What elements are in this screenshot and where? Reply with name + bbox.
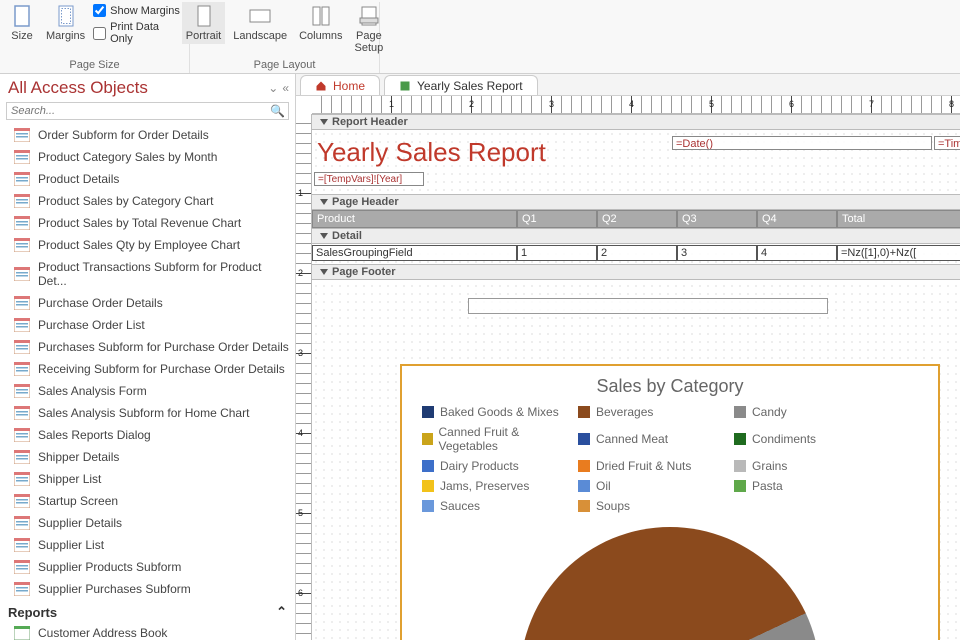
nav-item-11[interactable]: Sales Analysis Form	[0, 380, 295, 402]
nav-item-0[interactable]: Order Subform for Order Details	[0, 124, 295, 146]
legend-item: Baked Goods & Mixes	[422, 405, 564, 419]
nav-item-12[interactable]: Sales Analysis Subform for Home Chart	[0, 402, 295, 424]
nav-item-15[interactable]: Shipper List	[0, 468, 295, 490]
ribbon: Size Margins Show Margins Print Data Onl…	[0, 0, 960, 74]
horizontal-ruler: 12345678	[312, 96, 960, 114]
header-total[interactable]: Total	[837, 210, 960, 228]
time-control[interactable]: =Time()	[934, 136, 960, 150]
section-page-header[interactable]: Page Header	[312, 194, 960, 210]
nav-title[interactable]: All Access Objects	[8, 78, 148, 98]
nav-collapse-icon[interactable]: «	[282, 81, 289, 95]
navigation-pane: All Access Objects ⌄ « 🔍 Order Subform f…	[0, 74, 296, 640]
report-canvas[interactable]: Report Header Yearly Sales Report =Date(…	[312, 114, 960, 640]
nav-item-10[interactable]: Receiving Subform for Purchase Order Det…	[0, 358, 295, 380]
detail-field[interactable]: SalesGroupingField	[312, 245, 517, 261]
section-page-footer[interactable]: Page Footer	[312, 264, 960, 280]
legend-item: Canned Fruit & Vegetables	[422, 425, 564, 453]
nav-search: 🔍	[6, 102, 289, 120]
chart-title: Sales by Category	[402, 366, 938, 405]
document-tabs: Home Yearly Sales Report	[296, 74, 960, 96]
report-icon	[399, 80, 411, 92]
print-data-only-checkbox[interactable]: Print Data Only	[93, 21, 183, 45]
legend-item: Pasta	[734, 479, 876, 493]
date-control[interactable]: =Date()	[672, 136, 932, 150]
legend-item: Soups	[578, 499, 720, 513]
landscape-label: Landscape	[233, 30, 287, 42]
columns-label: Columns	[299, 30, 342, 42]
vertical-ruler: 123456	[296, 114, 312, 640]
nav-dropdown-icon[interactable]: ⌄	[268, 81, 278, 95]
header-q3[interactable]: Q3	[677, 210, 757, 228]
legend-item: Grains	[734, 459, 876, 473]
nav-item-6[interactable]: Product Transactions Subform for Product…	[0, 256, 295, 292]
nav-item-20[interactable]: Supplier Purchases Subform	[0, 578, 295, 600]
legend-item: Jams, Preserves	[422, 479, 564, 493]
detail-c1[interactable]: 1	[517, 245, 597, 261]
detail-c3[interactable]: 3	[677, 245, 757, 261]
design-surface: Home Yearly Sales Report 12345678 123456…	[296, 74, 960, 640]
section-report-header[interactable]: Report Header	[312, 114, 960, 130]
page-setup-button[interactable]: Page Setup	[350, 2, 387, 56]
portrait-button[interactable]: Portrait	[182, 2, 225, 44]
page-setup-label: Page Setup	[354, 30, 383, 54]
search-icon[interactable]: 🔍	[270, 104, 285, 118]
nav-item-7[interactable]: Purchase Order Details	[0, 292, 295, 314]
home-icon	[315, 80, 327, 92]
detail-c2[interactable]: 2	[597, 245, 677, 261]
nav-item-report-0[interactable]: Customer Address Book	[0, 622, 295, 640]
nav-item-18[interactable]: Supplier List	[0, 534, 295, 556]
portrait-label: Portrait	[186, 30, 221, 42]
tempvars-control[interactable]: =[TempVars]![Year]	[314, 172, 424, 186]
detail-total[interactable]: =Nz([1],0)+Nz([	[837, 245, 960, 261]
nav-item-9[interactable]: Purchases Subform for Purchase Order Det…	[0, 336, 295, 358]
nav-item-8[interactable]: Purchase Order List	[0, 314, 295, 336]
legend-item: Oil	[578, 479, 720, 493]
nav-item-16[interactable]: Startup Screen	[0, 490, 295, 512]
nav-item-14[interactable]: Shipper Details	[0, 446, 295, 468]
show-margins-checkbox[interactable]: Show Margins	[93, 4, 183, 17]
header-product[interactable]: Product	[312, 210, 517, 228]
nav-item-5[interactable]: Product Sales Qty by Employee Chart	[0, 234, 295, 256]
nav-item-1[interactable]: Product Category Sales by Month	[0, 146, 295, 168]
legend-item: Canned Meat	[578, 425, 720, 453]
pie-chart	[520, 527, 820, 640]
columns-button[interactable]: Columns	[295, 2, 346, 44]
legend-item: Candy	[734, 405, 876, 419]
header-q4[interactable]: Q4	[757, 210, 837, 228]
legend-item: Dried Fruit & Nuts	[578, 459, 720, 473]
section-detail[interactable]: Detail	[312, 228, 960, 244]
margins-label: Margins	[46, 30, 85, 42]
nav-item-2[interactable]: Product Details	[0, 168, 295, 190]
nav-item-4[interactable]: Product Sales by Total Revenue Chart	[0, 212, 295, 234]
report-title-control[interactable]: Yearly Sales Report	[314, 136, 654, 168]
legend-item: Condiments	[734, 425, 876, 453]
chevron-up-icon: ⌃	[276, 604, 287, 620]
nav-item-17[interactable]: Supplier Details	[0, 512, 295, 534]
nav-item-13[interactable]: Sales Reports Dialog	[0, 424, 295, 446]
page-number-control[interactable]	[468, 298, 828, 314]
nav-item-3[interactable]: Product Sales by Category Chart	[0, 190, 295, 212]
landscape-button[interactable]: Landscape	[229, 2, 291, 44]
tab-yearly-sales-report[interactable]: Yearly Sales Report	[384, 75, 538, 95]
detail-c4[interactable]: 4	[757, 245, 837, 261]
legend-item: Sauces	[422, 499, 564, 513]
nav-section-reports[interactable]: Reports⌃	[0, 600, 295, 622]
legend-item: Beverages	[578, 405, 720, 419]
size-button[interactable]: Size	[6, 2, 38, 44]
tab-home[interactable]: Home	[300, 75, 380, 95]
size-label: Size	[11, 30, 32, 42]
legend-item: Dairy Products	[422, 459, 564, 473]
chart-legend: Baked Goods & Mixes Beverages Candy Canned …	[402, 405, 938, 513]
page-size-group-label: Page Size	[69, 59, 119, 73]
header-q1[interactable]: Q1	[517, 210, 597, 228]
margins-button[interactable]: Margins	[42, 2, 89, 44]
search-input[interactable]	[6, 102, 289, 120]
nav-item-19[interactable]: Supplier Products Subform	[0, 556, 295, 578]
chart-sales-by-category[interactable]: Sales by Category Baked Goods & Mixes Bev…	[400, 364, 940, 640]
page-layout-group-label: Page Layout	[254, 59, 316, 73]
header-q2[interactable]: Q2	[597, 210, 677, 228]
